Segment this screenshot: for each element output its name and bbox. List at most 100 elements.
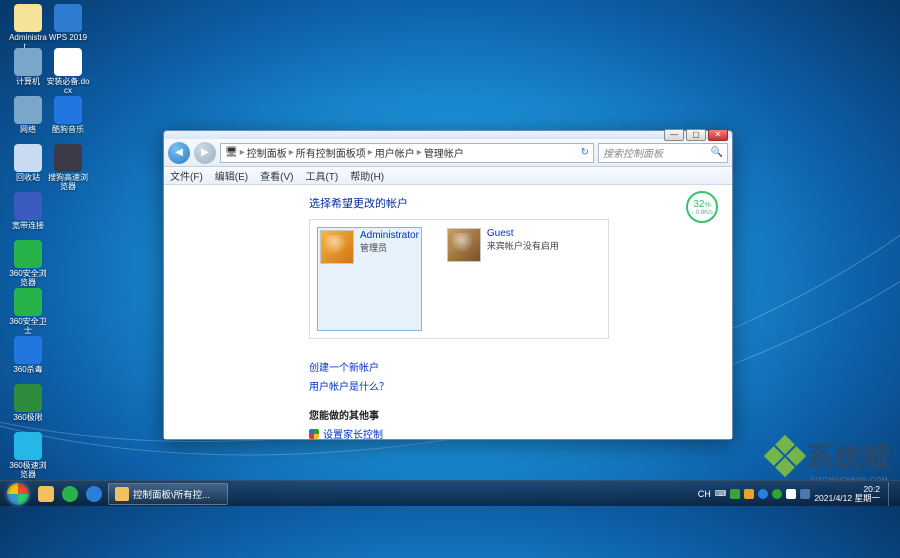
desktop-icon[interactable]: 网络 bbox=[6, 96, 50, 135]
app-icon bbox=[14, 192, 42, 220]
control-panel-window: — ▢ ✕ ◀ ▶ 🖥 ▸ 控制面板 ▸ 所有控制面板项 ▸ 用户帐户 ▸ 管理… bbox=[163, 130, 733, 440]
account-name: Guest bbox=[487, 228, 559, 239]
start-button[interactable] bbox=[2, 482, 34, 506]
app-icon bbox=[14, 432, 42, 460]
icon-label: 宽带连接 bbox=[6, 222, 50, 231]
tray-network-icon[interactable] bbox=[800, 489, 810, 499]
tray-icon[interactable] bbox=[758, 489, 768, 499]
icon-label: 搜狗高速浏览器 bbox=[46, 174, 90, 192]
account-guest[interactable]: Guest 来宾帐户没有启用 bbox=[447, 228, 559, 330]
icon-label: 360安全卫士 bbox=[6, 318, 50, 336]
breadcrumb-icon: 🖥 bbox=[225, 147, 238, 158]
taskbar-app-button[interactable]: 控制面板\所有控... bbox=[108, 483, 228, 505]
shield-icon bbox=[309, 429, 319, 439]
app-icon bbox=[14, 48, 42, 76]
pinned-explorer[interactable] bbox=[34, 482, 58, 506]
forward-button[interactable]: ▶ bbox=[194, 142, 216, 164]
menu-edit[interactable]: 编辑(E) bbox=[215, 168, 248, 183]
app-icon bbox=[14, 144, 42, 172]
menu-file[interactable]: 文件(F) bbox=[170, 168, 203, 183]
icon-label: WPS 2019 bbox=[46, 34, 90, 43]
pinned-kugou[interactable] bbox=[82, 482, 106, 506]
menu-view[interactable]: 查看(V) bbox=[260, 168, 293, 183]
desktop-icon[interactable]: Administrat... bbox=[6, 4, 50, 52]
desktop-icon[interactable]: 360极速浏览器 bbox=[6, 432, 50, 480]
show-desktop-button[interactable] bbox=[888, 482, 896, 506]
app-icon bbox=[14, 240, 42, 268]
desktop-icon[interactable]: 酷狗音乐 bbox=[46, 96, 90, 135]
app-icon bbox=[14, 96, 42, 124]
menu-tools[interactable]: 工具(T) bbox=[305, 168, 338, 183]
account-name: Administrator bbox=[360, 230, 419, 241]
watermark: 系统城 XITONGCHENG.COM bbox=[770, 436, 890, 476]
desktop-icon[interactable]: 安装必备.docx bbox=[46, 48, 90, 96]
system-tray: CH ⌨ 20:2 2021/4/12 星期一 bbox=[698, 482, 898, 506]
account-role: 管理员 bbox=[360, 241, 419, 254]
desktop-icon[interactable]: 360安全浏览器 bbox=[6, 240, 50, 288]
search-icon[interactable]: 🔍 bbox=[711, 147, 723, 158]
icon-label: 网络 bbox=[6, 126, 50, 135]
tray-icon[interactable] bbox=[772, 489, 782, 499]
search-placeholder: 搜索控制面板 bbox=[603, 145, 663, 160]
taskbar-app-title: 控制面板\所有控... bbox=[133, 487, 210, 501]
app-icon bbox=[115, 487, 129, 501]
account-administrator[interactable]: Administrator 管理员 bbox=[318, 228, 421, 330]
speed-badge[interactable]: 32% ↓ 0.8K/s bbox=[686, 191, 718, 223]
tray-ime-icon[interactable]: ⌨ bbox=[715, 489, 727, 498]
nav-toolbar: ◀ ▶ 🖥 ▸ 控制面板 ▸ 所有控制面板项 ▸ 用户帐户 ▸ 管理帐户 ↻ 搜… bbox=[164, 139, 732, 167]
link-create-account[interactable]: 创建一个新帐户 bbox=[309, 359, 732, 374]
pinned-browser-360[interactable] bbox=[58, 482, 82, 506]
app-icon bbox=[14, 288, 42, 316]
breadcrumb[interactable]: 🖥 ▸ 控制面板 ▸ 所有控制面板项 ▸ 用户帐户 ▸ 管理帐户 ↻ bbox=[220, 143, 594, 163]
page-heading: 选择希望更改的帐户 bbox=[309, 195, 732, 211]
icon-label: 360极速浏览器 bbox=[6, 462, 50, 480]
windows-orb-icon bbox=[7, 483, 29, 505]
icon-label: 酷狗音乐 bbox=[46, 126, 90, 135]
titlebar: — ▢ ✕ bbox=[164, 131, 732, 139]
link-what-is-account[interactable]: 用户帐户是什么？ bbox=[309, 378, 732, 393]
app-icon bbox=[54, 4, 82, 32]
breadcrumb-item[interactable]: 管理帐户 bbox=[424, 145, 464, 160]
close-button[interactable]: ✕ bbox=[708, 129, 728, 141]
desktop-icon[interactable]: 360极限 bbox=[6, 384, 50, 423]
accounts-box: Administrator 管理员 Guest 来宾帐户没有启用 bbox=[309, 219, 609, 339]
app-icon bbox=[54, 96, 82, 124]
app-icon bbox=[14, 384, 42, 412]
desktop-icon[interactable]: 计算机 bbox=[6, 48, 50, 87]
maximize-button[interactable]: ▢ bbox=[686, 129, 706, 141]
menu-help[interactable]: 帮助(H) bbox=[350, 168, 384, 183]
tray-icon[interactable] bbox=[730, 489, 740, 499]
tray-icon[interactable] bbox=[744, 489, 754, 499]
breadcrumb-item[interactable]: 用户帐户 bbox=[375, 145, 415, 160]
taskbar: 控制面板\所有控... CH ⌨ 20:2 2021/4/12 星期一 bbox=[0, 480, 900, 506]
account-role: 来宾帐户没有启用 bbox=[487, 239, 559, 252]
taskbar-clock[interactable]: 20:2 2021/4/12 星期一 bbox=[814, 485, 884, 503]
tray-ime[interactable]: CH bbox=[698, 489, 711, 499]
desktop-icon[interactable]: 360杀毒 bbox=[6, 336, 50, 375]
desktop-icon[interactable]: 宽带连接 bbox=[6, 192, 50, 231]
minimize-button[interactable]: — bbox=[664, 129, 684, 141]
desktop-icon[interactable]: 回收站 bbox=[6, 144, 50, 183]
browser-icon bbox=[62, 486, 78, 502]
avatar bbox=[320, 230, 354, 264]
account-links: 创建一个新帐户 用户帐户是什么？ bbox=[309, 359, 732, 393]
kugou-icon bbox=[86, 486, 102, 502]
icon-label: 360极限 bbox=[6, 414, 50, 423]
search-input[interactable]: 搜索控制面板 🔍 bbox=[598, 143, 728, 163]
link-parental-controls[interactable]: 设置家长控制 bbox=[309, 426, 732, 439]
desktop-icon[interactable]: WPS 2019 bbox=[46, 4, 90, 43]
refresh-icon[interactable]: ↻ bbox=[581, 147, 589, 158]
icon-label: 计算机 bbox=[6, 78, 50, 87]
tray-volume-icon[interactable] bbox=[786, 489, 796, 499]
back-button[interactable]: ◀ bbox=[168, 142, 190, 164]
breadcrumb-item[interactable]: 所有控制面板项 bbox=[296, 145, 366, 160]
content-area: 32% ↓ 0.8K/s 选择希望更改的帐户 Administrator 管理员… bbox=[164, 185, 732, 439]
desktop-icon[interactable]: 360安全卫士 bbox=[6, 288, 50, 336]
icon-label: 360安全浏览器 bbox=[6, 270, 50, 288]
avatar bbox=[447, 228, 481, 262]
app-icon bbox=[14, 4, 42, 32]
breadcrumb-item[interactable]: 控制面板 bbox=[247, 145, 287, 160]
app-icon bbox=[14, 336, 42, 364]
desktop-icon[interactable]: 搜狗高速浏览器 bbox=[46, 144, 90, 192]
icon-label: 回收站 bbox=[6, 174, 50, 183]
